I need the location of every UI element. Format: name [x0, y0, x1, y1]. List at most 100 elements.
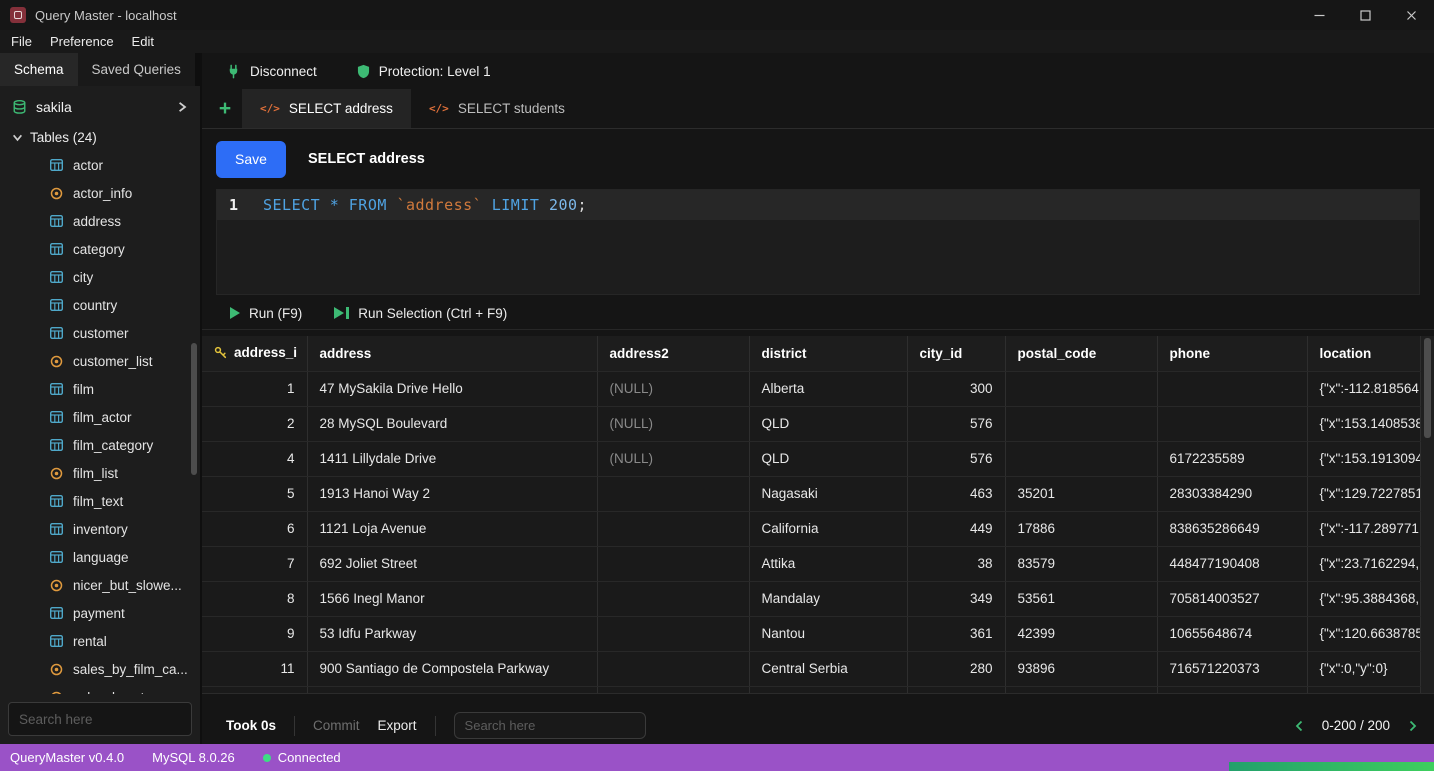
view-icon: [50, 187, 63, 200]
cell: 47 MySakila Drive Hello: [307, 371, 597, 406]
chevron-right-icon[interactable]: [176, 101, 188, 113]
menu-item-file[interactable]: File: [2, 34, 41, 49]
next-page-icon[interactable]: [1406, 720, 1418, 732]
sidebar-item-film_actor[interactable]: film_actor: [0, 403, 200, 431]
column-header-city_id[interactable]: city_id: [907, 336, 1005, 371]
table-row[interactable]: 7692 Joliet StreetAttika3883579448477190…: [202, 546, 1421, 581]
query-tab-list: </>SELECT address</>SELECT students: [242, 89, 583, 128]
sidebar-item-payment[interactable]: payment: [0, 599, 200, 627]
sidebar-item-customer[interactable]: customer: [0, 319, 200, 347]
table-row[interactable]: 11900 Santiago de Compostela ParkwayCent…: [202, 651, 1421, 686]
cell: 448477190408: [1157, 546, 1307, 581]
table-row[interactable]: 953 Idfu ParkwayNantou361423991065564867…: [202, 616, 1421, 651]
table-row[interactable]: 147 MySakila Drive Hello(NULL)Alberta300…: [202, 371, 1421, 406]
disconnect-button[interactable]: Disconnect: [226, 64, 317, 79]
results-search-input[interactable]: [454, 712, 646, 739]
column-header-phone[interactable]: phone: [1157, 336, 1307, 371]
sidebar-scrollbar[interactable]: [191, 343, 197, 475]
tab-schema[interactable]: Schema: [0, 53, 78, 86]
sidebar-item-inventory[interactable]: inventory: [0, 515, 200, 543]
results-scrollbar-thumb[interactable]: [1424, 338, 1431, 438]
tables-group-header[interactable]: Tables (24): [0, 123, 200, 151]
export-button[interactable]: Export: [378, 718, 417, 733]
new-tab-button[interactable]: +: [208, 89, 242, 128]
sidebar-item-film_list[interactable]: film_list: [0, 459, 200, 487]
sidebar-search-input[interactable]: [8, 702, 192, 736]
menu-bar: FilePreferenceEdit: [0, 30, 1434, 53]
sidebar-item-actor_info[interactable]: actor_info: [0, 179, 200, 207]
cell: 463: [907, 476, 1005, 511]
app-version: QueryMaster v0.4.0: [10, 750, 124, 765]
sidebar-item-sales_by_film_ca...[interactable]: sales_by_film_ca...: [0, 655, 200, 683]
sidebar-item-actor[interactable]: actor: [0, 151, 200, 179]
query-tab[interactable]: </>SELECT address: [242, 89, 411, 128]
sidebar-item-city[interactable]: city: [0, 263, 200, 291]
sidebar-item-country[interactable]: country: [0, 291, 200, 319]
column-header-address[interactable]: address: [307, 336, 597, 371]
run-toolbar: Run (F9) Run Selection (Ctrl + F9): [202, 297, 1434, 330]
cell: 1566 Inegl Manor: [307, 581, 597, 616]
connection-toolbar: Disconnect Protection: Level 1: [202, 53, 1434, 89]
cell: [1005, 406, 1157, 441]
sidebar-item-film_category[interactable]: film_category: [0, 431, 200, 459]
cell: [1157, 406, 1307, 441]
run-selection-label: Run Selection (Ctrl + F9): [358, 306, 507, 321]
cell: 28 MySQL Boulevard: [307, 406, 597, 441]
column-header-location[interactable]: location: [1307, 336, 1421, 371]
cell: 1913 Hanoi Way 2: [307, 476, 597, 511]
cell: Nantou: [749, 616, 907, 651]
run-button[interactable]: Run (F9): [230, 306, 302, 321]
cell: California: [749, 511, 907, 546]
table-icon: [50, 383, 63, 395]
query-title: SELECT address: [308, 151, 425, 167]
sidebar-tab-strip: Schema Saved Queries: [0, 53, 200, 86]
sidebar-item-nicer_but_slowe...[interactable]: nicer_but_slowe...: [0, 571, 200, 599]
column-header-address2[interactable]: address2: [597, 336, 749, 371]
title-bar: Query Master - localhost: [0, 0, 1434, 30]
cell: 900 Santiago de Compostela Parkway: [307, 651, 597, 686]
sql-editor[interactable]: 1 SELECT * FROM `address` LIMIT 200;: [216, 189, 1420, 295]
sidebar-item-database[interactable]: sakila: [0, 91, 200, 123]
query-tab[interactable]: </>SELECT students: [411, 89, 583, 128]
sidebar-item-film_text[interactable]: film_text: [0, 487, 200, 515]
close-button[interactable]: [1388, 0, 1434, 30]
sidebar-item-category[interactable]: category: [0, 235, 200, 263]
sidebar-item-language[interactable]: language: [0, 543, 200, 571]
cell: [1005, 441, 1157, 476]
cell: [597, 686, 749, 694]
minimize-button[interactable]: [1296, 0, 1342, 30]
sidebar-item-film[interactable]: film: [0, 375, 200, 403]
cell: {"x":95.3884368,: [1307, 581, 1421, 616]
protection-label: Protection: Level 1: [379, 64, 491, 79]
table-name: film_text: [73, 494, 123, 509]
maximize-button[interactable]: [1342, 0, 1388, 30]
protection-level-button[interactable]: Protection: Level 1: [357, 64, 491, 79]
sidebar-item-address[interactable]: address: [0, 207, 200, 235]
sidebar-item-rental[interactable]: rental: [0, 627, 200, 655]
disconnect-label: Disconnect: [250, 64, 317, 79]
cell: 2: [202, 406, 307, 441]
results-scrollbar[interactable]: [1421, 336, 1434, 693]
table-row[interactable]: 51913 Hanoi Way 2Nagasaki463352012830338…: [202, 476, 1421, 511]
table-row[interactable]: 228 MySQL Boulevard(NULL)QLD576{"x":153.…: [202, 406, 1421, 441]
table-icon: [50, 551, 63, 563]
cell: 1411 Lillydale Drive: [307, 441, 597, 476]
table-row[interactable]: 61121 Loja AvenueCalifornia4491788683863…: [202, 511, 1421, 546]
cell: 7: [202, 546, 307, 581]
column-header-postal_code[interactable]: postal_code: [1005, 336, 1157, 371]
save-button[interactable]: Save: [216, 141, 286, 178]
table-name: rental: [73, 634, 107, 649]
column-header-address_i[interactable]: address_i: [202, 336, 307, 371]
table-row[interactable]: 81566 Inegl ManorMandalay349535617058140…: [202, 581, 1421, 616]
menu-item-preference[interactable]: Preference: [41, 34, 123, 49]
table-row[interactable]: 41411 Lillydale Drive(NULL)QLD5766172235…: [202, 441, 1421, 476]
cell: 5: [202, 476, 307, 511]
menu-item-edit[interactable]: Edit: [123, 34, 163, 49]
tab-saved-queries[interactable]: Saved Queries: [78, 53, 195, 86]
sidebar-item-customer_list[interactable]: customer_list: [0, 347, 200, 375]
prev-page-icon[interactable]: [1294, 720, 1306, 732]
commit-button[interactable]: Commit: [313, 718, 360, 733]
sidebar-item-sales_by_store[interactable]: sales_by_store: [0, 683, 200, 694]
run-selection-button[interactable]: Run Selection (Ctrl + F9): [334, 306, 507, 321]
column-header-district[interactable]: district: [749, 336, 907, 371]
